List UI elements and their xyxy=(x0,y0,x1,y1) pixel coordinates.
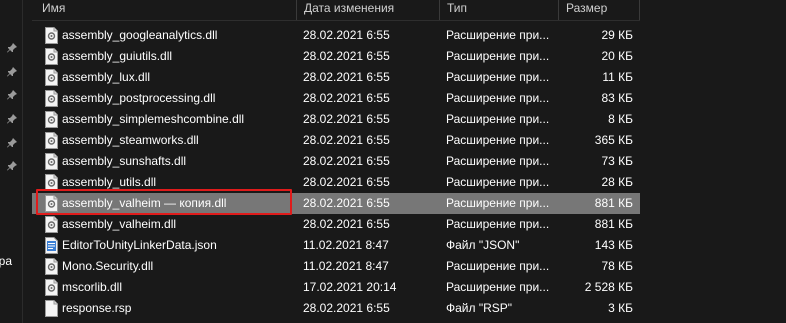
nav-item-label-cropped[interactable]: epa xyxy=(0,254,22,268)
file-size: 28 КБ xyxy=(601,175,633,189)
file-size: 365 КБ xyxy=(594,133,633,147)
file-size: 73 КБ xyxy=(601,154,633,168)
file-size: 2 528 КБ xyxy=(584,280,633,294)
generic-file-icon xyxy=(45,300,58,317)
file-size: 881 КБ xyxy=(594,196,633,210)
file-date-modified: 28.02.2021 6:55 xyxy=(303,70,390,84)
pin-icon[interactable] xyxy=(6,113,18,125)
file-date-modified: 28.02.2021 6:55 xyxy=(303,133,390,147)
file-name: assembly_googleanalytics.dll xyxy=(62,28,218,42)
pin-icon[interactable] xyxy=(6,66,18,78)
file-type: Расширение при... xyxy=(446,91,550,105)
file-row[interactable]: response.rsp 28.02.2021 6:55 Файл "RSP" 3 К… xyxy=(32,298,640,319)
column-header-bar: Имя Дата изменения Тип Размер xyxy=(32,0,640,21)
file-type: Расширение при... xyxy=(446,28,550,42)
file-size: 11 КБ xyxy=(602,70,633,84)
dll-file-icon xyxy=(45,279,58,296)
file-name: assembly_lux.dll xyxy=(62,70,151,84)
dll-file-icon xyxy=(45,27,58,44)
dll-file-icon xyxy=(45,69,58,86)
dll-file-icon xyxy=(45,111,58,128)
file-date-modified: 28.02.2021 6:55 xyxy=(303,91,390,105)
file-type: Расширение при... xyxy=(446,70,550,84)
dll-file-icon xyxy=(45,132,58,149)
file-row[interactable]: assembly_lux.dll 28.02.2021 6:55 Расширени… xyxy=(32,67,640,88)
file-date-modified: 11.02.2021 8:47 xyxy=(303,238,389,252)
file-date-modified: 28.02.2021 6:55 xyxy=(303,112,390,126)
column-header-date-modified[interactable]: Дата изменения xyxy=(297,0,440,20)
file-size: 8 КБ xyxy=(608,112,633,126)
file-name: assembly_sunshafts.dll xyxy=(62,154,187,168)
red-annotation-box xyxy=(36,189,292,215)
file-type: Расширение при... xyxy=(446,133,550,147)
file-type: Расширение при... xyxy=(446,49,550,63)
file-row[interactable]: assembly_googleanalytics.dll 28.02.2021 6… xyxy=(32,25,640,46)
file-date-modified: 28.02.2021 6:55 xyxy=(303,217,390,231)
file-name: Mono.Security.dll xyxy=(62,259,154,273)
dll-file-icon xyxy=(45,216,58,233)
column-header-type[interactable]: Тип xyxy=(440,0,559,20)
dll-file-icon xyxy=(45,153,58,170)
file-name: assembly_guiutils.dll xyxy=(62,49,173,63)
file-type: Расширение при... xyxy=(446,112,550,126)
file-size: 20 КБ xyxy=(601,49,633,63)
file-size: 143 КБ xyxy=(594,238,633,252)
file-row[interactable]: assembly_sunshafts.dll 28.02.2021 6:55 Рас… xyxy=(32,151,640,172)
file-name: assembly_steamworks.dll xyxy=(62,133,199,147)
file-name: assembly_simplemeshcombine.dll xyxy=(62,112,245,126)
file-date-modified: 28.02.2021 6:55 xyxy=(303,28,390,42)
file-name: response.rsp xyxy=(62,301,132,315)
file-date-modified: 28.02.2021 6:55 xyxy=(303,154,390,168)
file-size: 83 КБ xyxy=(601,91,633,105)
file-size: 78 КБ xyxy=(601,259,633,273)
file-row[interactable]: assembly_steamworks.dll 28.02.2021 6:55 Ра… xyxy=(32,130,640,151)
file-size: 3 КБ xyxy=(608,301,633,315)
json-file-icon xyxy=(45,237,58,254)
pin-icon[interactable] xyxy=(6,137,18,149)
file-date-modified: 28.02.2021 6:55 xyxy=(303,196,390,210)
file-type: Файл "RSP" xyxy=(446,301,513,315)
column-header-size[interactable]: Размер xyxy=(559,0,640,20)
file-row[interactable]: EditorToUnityLinkerData.json 11.02.2021 8… xyxy=(32,235,640,256)
pin-icon[interactable] xyxy=(6,160,18,172)
column-header-name[interactable]: Имя xyxy=(32,0,297,20)
file-date-modified: 28.02.2021 6:55 xyxy=(303,175,390,189)
file-size: 29 КБ xyxy=(601,28,633,42)
file-row[interactable]: assembly_guiutils.dll 28.02.2021 6:55 Расш… xyxy=(32,46,640,67)
file-type: Расширение при... xyxy=(446,217,550,231)
file-type: Расширение при... xyxy=(446,196,550,210)
file-size: 881 КБ xyxy=(594,217,633,231)
pin-icon[interactable] xyxy=(6,89,18,101)
file-date-modified: 28.02.2021 6:55 xyxy=(303,301,390,315)
file-row[interactable]: assembly_valheim.dll 28.02.2021 6:55 Расши… xyxy=(32,214,640,235)
file-type: Расширение при... xyxy=(446,154,550,168)
file-name: assembly_postprocessing.dll xyxy=(62,91,216,105)
file-name: EditorToUnityLinkerData.json xyxy=(62,238,217,252)
pin-icon[interactable] xyxy=(6,42,18,54)
file-date-modified: 11.02.2021 8:47 xyxy=(303,259,389,273)
file-row[interactable]: Mono.Security.dll 11.02.2021 8:47 Расширен… xyxy=(32,256,640,277)
file-type: Расширение при... xyxy=(446,280,550,294)
file-name: assembly_valheim.dll xyxy=(62,217,177,231)
file-row[interactable]: mscorlib.dll 17.02.2021 20:14 Расширение п… xyxy=(32,277,640,298)
file-date-modified: 28.02.2021 6:55 xyxy=(303,49,390,63)
pane-divider[interactable] xyxy=(22,0,23,323)
file-type: Расширение при... xyxy=(446,259,550,273)
dll-file-icon xyxy=(45,258,58,275)
file-row[interactable]: assembly_simplemeshcombine.dll 28.02.2021… xyxy=(32,109,640,130)
file-type: Файл "JSON" xyxy=(446,238,520,252)
file-name: mscorlib.dll xyxy=(62,280,123,294)
dll-file-icon xyxy=(45,90,58,107)
dll-file-icon xyxy=(45,48,58,65)
file-type: Расширение при... xyxy=(446,175,550,189)
file-date-modified: 17.02.2021 20:14 xyxy=(303,280,397,294)
file-row[interactable]: assembly_postprocessing.dll 28.02.2021 6:… xyxy=(32,88,640,109)
